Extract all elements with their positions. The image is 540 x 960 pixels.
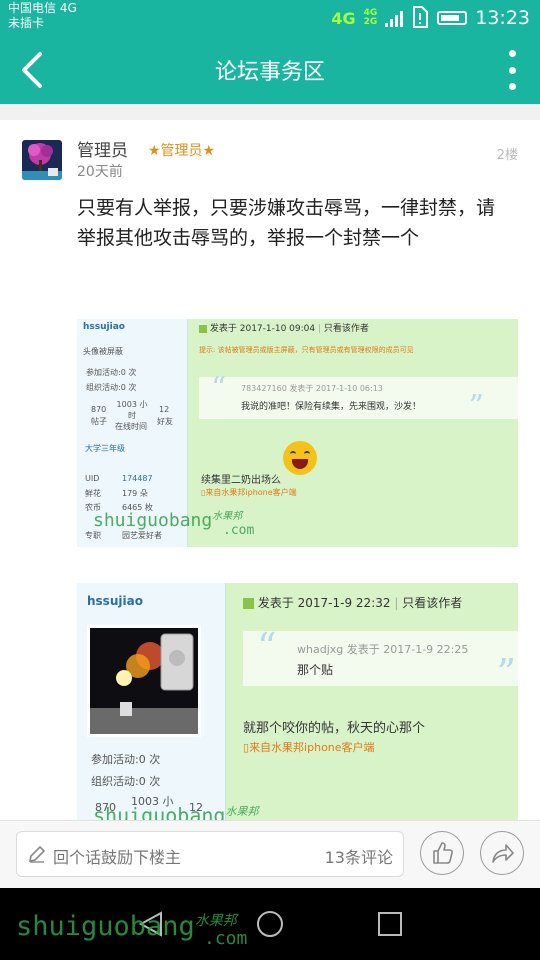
quote-box: “ 783427160 发表于 2017-1-10 06:13 我说的准吧！保险…	[199, 371, 518, 424]
page-title: 论坛事务区	[214, 60, 325, 85]
clock: 13:23	[475, 7, 530, 29]
laughing-emoji-icon	[283, 441, 317, 475]
activity-joined: 参加活动:0 次	[91, 753, 161, 766]
uid-value: 174487	[122, 474, 153, 483]
avatar-blocked-label: 头像被屏蔽	[83, 347, 123, 356]
sim-status: 未插卡	[8, 16, 45, 30]
post-header: 发表于 2017-1-10 09:04 | 只看该作者	[199, 321, 369, 334]
flower-value: 179 朵	[122, 489, 148, 498]
battery-icon	[437, 11, 468, 25]
posts-label: 帖子	[91, 417, 107, 426]
post-date: 发表于 2017-1-9 22:32	[257, 596, 391, 610]
nav-home-icon[interactable]	[256, 910, 284, 938]
post-header: 发表于 2017-1-9 22:32 | 只看该作者	[243, 594, 462, 611]
document-icon	[243, 598, 254, 609]
friends-count: 12	[159, 405, 170, 414]
author-only-link: 只看该作者	[402, 596, 463, 610]
carrier-name: 中国电信 4G	[8, 1, 77, 15]
post-text: 只要有人举报，只要涉嫌攻击辱骂，一律封禁，请举报其他攻击辱骂的，举报一个封禁一个	[77, 197, 496, 249]
role-badge: ★管理员★	[148, 143, 216, 159]
reply-input[interactable]: 回个话鼓励下楼主 13条评论	[16, 831, 404, 877]
comment-count[interactable]: 13条评论	[325, 844, 393, 868]
client-source-text: 来自水果邦iphone客户端	[205, 488, 297, 497]
share-icon	[492, 844, 514, 863]
post-content: 管理员 ★管理员★ 20天前 2楼 只要有人举报，只要涉嫌攻击辱骂，一律封禁，请…	[0, 120, 540, 820]
dual-network-indicator: 4G 2G	[363, 8, 378, 27]
online-label: 在线时间	[115, 422, 147, 431]
flower-label: 鲜花	[85, 489, 101, 498]
grade-label: 大学三年级	[85, 444, 125, 453]
quote-meta: whadjxg 发表于 2017-1-9 22:25	[297, 643, 469, 656]
quote-text: 那个贴	[297, 663, 334, 677]
comment-bar: 回个话鼓励下楼主 13条评论	[0, 820, 540, 889]
quote-meta: 783427160 发表于 2017-1-10 06:13	[241, 384, 383, 393]
reply-text: 就那个咬你的帖，秋天的心那个	[243, 721, 426, 736]
avatar[interactable]	[22, 140, 62, 180]
status-bar: 中国电信 4G 未插卡 4G 4G 2G 13:23	[0, 0, 540, 36]
quote-box: “ whadjxg 发表于 2017-1-9 22:25 那个贴 ”	[243, 625, 518, 695]
status-icons: 4G 4G 2G 13:23	[331, 5, 530, 31]
client-source: ▯来自水果邦iphone客户端	[243, 741, 375, 754]
pencil-icon	[28, 845, 46, 863]
sim-alert-icon	[411, 5, 429, 31]
network-4g-label: 4G	[331, 8, 356, 28]
more-options-button[interactable]	[502, 50, 522, 90]
profile-username: hssujiao	[83, 322, 125, 332]
document-icon	[199, 324, 207, 333]
signal-icon	[385, 9, 404, 27]
app-bar: 论坛事务区	[0, 36, 540, 104]
author-name[interactable]: 管理员	[77, 136, 128, 161]
share-button[interactable]	[480, 831, 524, 875]
client-source: ▯来自水果邦iphone客户端	[201, 488, 297, 497]
embedded-screenshot-2[interactable]: hssujiao 参加活动:0 次 组织活动:0 次 870 1003 小 12	[77, 583, 518, 820]
reply-placeholder: 回个话鼓励下楼主	[53, 848, 182, 867]
bottom-watermark: shuiguobang水果邦 .com	[16, 911, 248, 949]
uid-label: UID	[85, 474, 100, 483]
profile-sidebar: hssujiao 参加活动:0 次 组织活动:0 次 870 1003 小 12	[77, 583, 226, 820]
post-time: 20天前	[77, 164, 123, 180]
blocked-notice: 提示: 该帖被管理员或版主屏蔽，只有管理员或有管理权限的成员可见	[199, 346, 414, 354]
quote-text: 我说的准吧！保险有续集，先来围观，沙发！	[241, 402, 422, 412]
like-button[interactable]	[420, 831, 464, 875]
thumbs-up-icon	[433, 842, 453, 864]
nav-recents-icon[interactable]	[377, 911, 403, 937]
profile-username: hssujiao	[87, 594, 143, 608]
post-date: 发表于 2017-1-10 09:04	[209, 324, 316, 334]
rocket-photo-icon	[90, 628, 198, 734]
system-nav-bar: shuiguobang水果邦 .com	[0, 888, 540, 960]
friends-label: 好友	[157, 417, 173, 426]
floor-number: 2楼	[496, 148, 518, 163]
embedded-screenshot-1[interactable]: hssujiao 头像被屏蔽 参加活动:0 次 组织活动:0 次 870 帖子 …	[77, 319, 518, 547]
activity-organized: 组织活动:0 次	[91, 775, 161, 788]
watermark: shuiguobang水果邦 .com	[93, 510, 255, 538]
watermark: shuiguobang水果邦	[93, 803, 259, 820]
author-only-link: 只看该作者	[323, 324, 369, 334]
reply-text: 续集里二奶出场么	[201, 475, 281, 486]
carrier-info: 中国电信 4G 未插卡	[8, 1, 77, 31]
profile-photo	[87, 625, 201, 737]
online-hours: 1003 小时	[116, 400, 148, 420]
avatar-image	[22, 140, 62, 180]
posts-count: 870	[91, 405, 107, 414]
activity-joined: 参加活动:0 次	[86, 368, 137, 377]
activity-organized: 组织活动:0 次	[86, 383, 137, 392]
client-source-text: 来自水果邦iphone客户端	[249, 741, 375, 754]
